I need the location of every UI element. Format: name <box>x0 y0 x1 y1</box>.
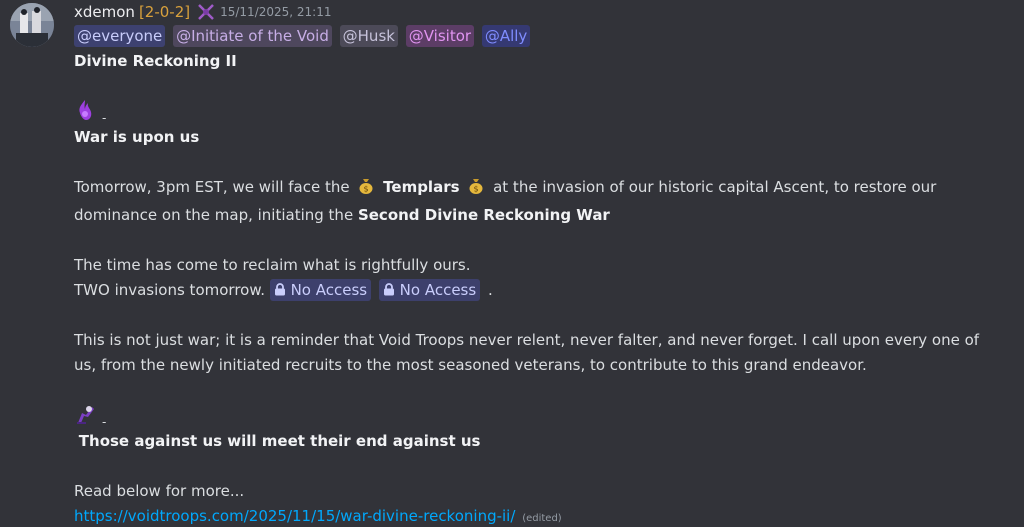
mention-husk[interactable]: @Husk <box>339 25 398 47</box>
svg-text:$: $ <box>364 185 369 194</box>
link-line: https://voidtroops.com/2025/11/15/war-di… <box>74 504 1016 527</box>
timestamp: 15/11/2025, 21:11 <box>220 5 332 19</box>
emoji-dash: - <box>102 415 107 429</box>
username[interactable]: xdemon <box>74 0 135 24</box>
p2-end: . <box>487 281 493 299</box>
second-divine-reckoning-text: Second Divine Reckoning War <box>357 206 610 224</box>
templars-text: Templars <box>383 178 460 196</box>
section-heading-1: War is upon us <box>74 125 1016 150</box>
section-heading-2: Those against us will meet their end aga… <box>74 429 1016 454</box>
no-access-label: No Access <box>290 281 368 299</box>
emoji-line-1: - <box>74 99 1016 125</box>
edited-label: (edited) <box>522 513 562 524</box>
lock-icon <box>274 281 291 299</box>
message-content: xdemon [2-0-2] 15/11/2025, 21:11 @everyo… <box>74 0 1016 527</box>
p1-start: Tomorrow, 3pm EST, we will face the <box>74 178 350 196</box>
paragraph-1-line-1: Tomorrow, 3pm EST, we will face the $ Te… <box>74 175 1016 203</box>
svg-text:$: $ <box>474 185 479 194</box>
emoji-dash: - <box>102 111 107 125</box>
chat-message: xdemon [2-0-2] 15/11/2025, 21:11 @everyo… <box>0 0 1024 527</box>
message-title-line: Divine Reckoning II <box>74 49 1016 74</box>
paragraph-1-line-2: dominance on the map, initiating the Sec… <box>74 203 1016 228</box>
money-bag-icon: $ <box>357 177 375 203</box>
against-us-heading: Those against us will meet their end aga… <box>78 432 481 450</box>
p1-mid: at the invasion of our historic capital … <box>493 178 937 196</box>
war-link[interactable]: https://voidtroops.com/2025/11/15/war-di… <box>74 507 515 525</box>
money-bag-icon: $ <box>467 177 485 203</box>
mention-visitor[interactable]: @Visitor <box>405 25 475 47</box>
lock-icon <box>383 281 400 299</box>
message-title: Divine Reckoning II <box>74 52 237 70</box>
mention-everyone[interactable]: @everyone <box>74 25 166 47</box>
paragraph-2-line-2: TWO invasions tomorrow. No Access No Acc… <box>74 278 1016 303</box>
no-access-channel-1[interactable]: No Access <box>269 279 372 301</box>
mention-ally[interactable]: @Ally <box>481 25 531 47</box>
no-access-label: No Access <box>399 281 477 299</box>
paragraph-2-line-1: The time has come to reclaim what is rig… <box>74 256 471 274</box>
crossed-swords-icon <box>196 2 216 22</box>
purple-knight-emoji-icon <box>74 403 96 429</box>
message-header: xdemon [2-0-2] 15/11/2025, 21:11 <box>74 0 1016 24</box>
mentions-row: @everyone @Initiate of the Void @Husk @V… <box>74 24 1016 49</box>
emoji-line-2: - <box>74 403 1016 429</box>
paragraph-3-line-1: This is not just war; it is a reminder t… <box>74 331 980 349</box>
p2-line2-start: TWO invasions tomorrow. <box>74 281 265 299</box>
user-avatar[interactable] <box>10 3 54 47</box>
paragraph-4: Read below for more... <box>74 482 245 500</box>
no-access-channel-2[interactable]: No Access <box>378 279 481 301</box>
war-heading: War is upon us <box>74 128 200 146</box>
mention-initiate-of-the-void[interactable]: @Initiate of the Void <box>173 25 332 47</box>
paragraph-3-line-2: us, from the newly initiated recruits to… <box>74 356 867 374</box>
clan-tag: [2-0-2] <box>138 3 191 21</box>
purple-flame-emoji-icon <box>74 99 96 125</box>
p1-line2-start: dominance on the map, initiating the <box>74 206 354 224</box>
